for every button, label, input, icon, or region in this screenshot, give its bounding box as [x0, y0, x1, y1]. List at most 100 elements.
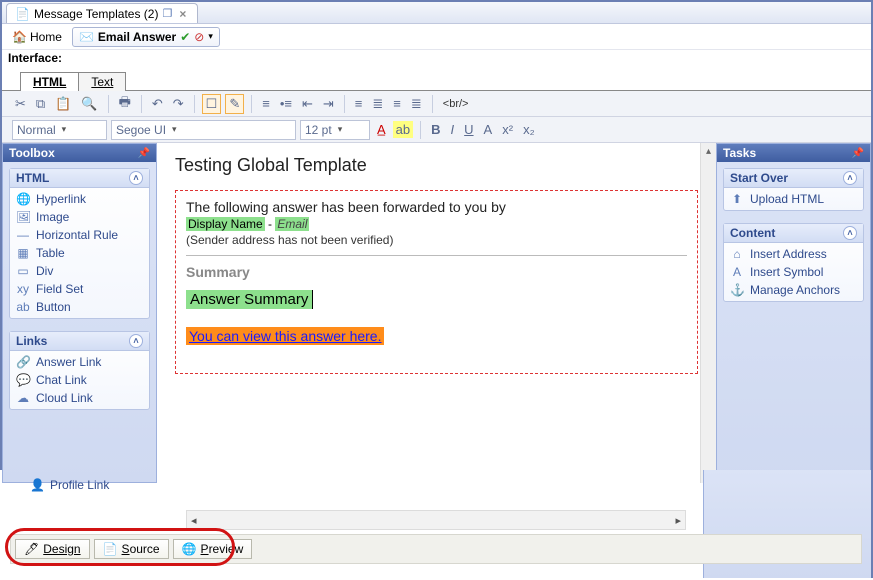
mail-icon: ✉️: [79, 30, 94, 44]
tab-preview[interactable]: 🌐Preview: [173, 539, 253, 559]
restore-icon[interactable]: ❐: [162, 7, 172, 20]
chevron-up-icon: ˄: [843, 171, 857, 185]
copy-icon[interactable]: ⧉: [33, 95, 48, 113]
toolbox-profile-link[interactable]: 👤 Profile Link: [30, 478, 109, 492]
tab-html[interactable]: HTML: [20, 72, 79, 91]
scroll-up-icon[interactable]: ▴: [701, 143, 716, 159]
forwarded-line: The following answer has been forwarded …: [186, 199, 687, 215]
cancel-icon: ⊘: [194, 30, 204, 44]
toolbox-hyperlink[interactable]: 🌐Hyperlink: [12, 190, 147, 208]
subscript-button[interactable]: x₂: [520, 121, 538, 138]
template-body: The following answer has been forwarded …: [175, 190, 698, 374]
symbol-icon: A: [730, 265, 744, 279]
undo-icon[interactable]: ↶: [149, 95, 166, 113]
toolbox-image[interactable]: 🖼Image: [12, 208, 147, 226]
find-icon[interactable]: 🔍: [78, 95, 100, 113]
indent-icon[interactable]: ⇥: [320, 95, 337, 113]
group-start-over[interactable]: Start Over˄: [724, 169, 863, 188]
outdent-icon[interactable]: ⇤: [299, 95, 316, 113]
email-answer-button[interactable]: ✉️ Email Answer ✔ ⊘ ▾: [72, 27, 220, 47]
close-icon[interactable]: ×: [176, 7, 189, 21]
cloud-icon: ☁: [16, 391, 30, 405]
answer-summary-field[interactable]: Answer Summary: [186, 290, 313, 309]
chat-icon: 💬: [16, 373, 30, 387]
print-icon[interactable]: 🖶: [116, 92, 134, 116]
home-button[interactable]: 🏠 Home: [8, 29, 66, 45]
address-icon: ⌂: [730, 247, 744, 261]
underline-button[interactable]: U: [461, 121, 476, 138]
list-num-icon[interactable]: ≡: [259, 95, 273, 112]
view-answer-link[interactable]: You can view this answer here.: [186, 327, 384, 345]
toolbox-table[interactable]: ▦Table: [12, 244, 147, 262]
pin-icon[interactable]: 📌: [138, 148, 150, 159]
design-icon: 🖊: [24, 542, 39, 556]
line-icon: —: [16, 228, 30, 242]
link-icon: 🔗: [16, 355, 30, 369]
email-answer-label: Email Answer: [98, 30, 176, 44]
group-content[interactable]: Content˄: [724, 224, 863, 243]
editor-area[interactable]: Testing Global Template The following an…: [157, 143, 716, 483]
div-icon: ▭: [16, 264, 30, 278]
toolbox-button[interactable]: abButton: [12, 298, 147, 316]
paste-icon[interactable]: 📋: [52, 95, 74, 113]
toolbox-chat-link[interactable]: 💬Chat Link: [12, 371, 147, 389]
horizontal-scrollbar[interactable]: ◂ ▸: [186, 510, 686, 530]
font-button[interactable]: A: [481, 121, 496, 138]
preview-rest: review: [209, 542, 244, 556]
preview-icon: 🌐: [182, 542, 197, 556]
task-insert-address[interactable]: ⌂Insert Address: [726, 245, 861, 263]
toolbox-hr[interactable]: —Horizontal Rule: [12, 226, 147, 244]
toolbox-title: Toolbox📌: [3, 144, 156, 162]
upload-icon: ⬆: [730, 192, 744, 206]
task-manage-anchors[interactable]: ⚓Manage Anchors: [726, 281, 861, 299]
toolbox-fieldset[interactable]: xyField Set: [12, 280, 147, 298]
task-upload-html[interactable]: ⬆Upload HTML: [726, 190, 861, 208]
bold-button[interactable]: B: [428, 121, 443, 138]
window-tab[interactable]: 📄 Message Templates (2) ❐ ×: [6, 3, 198, 23]
window-tab-bar: 📄 Message Templates (2) ❐ ×: [2, 2, 871, 24]
br-label[interactable]: <br/>: [440, 97, 472, 111]
tab-source[interactable]: 📄Source: [94, 539, 169, 559]
align-right-icon[interactable]: ≡: [390, 95, 404, 112]
chevron-up-icon: ˄: [843, 226, 857, 240]
check-icon: ✔: [180, 30, 190, 44]
summary-label: Summary: [186, 264, 687, 280]
format-toolbar-row2: Normal▾ Segoe UI▾ 12 pt▾ A̲ ab B I U A x…: [2, 117, 871, 143]
source-icon: 📄: [103, 542, 118, 556]
style-select[interactable]: Normal▾: [12, 120, 107, 140]
highlight-icon[interactable]: ab: [393, 121, 413, 138]
toggle2-icon[interactable]: ✎: [225, 94, 244, 114]
pin-icon[interactable]: 📌: [852, 148, 864, 159]
email-field[interactable]: Email: [275, 217, 309, 231]
list-bullet-icon[interactable]: •≡: [277, 95, 295, 112]
toolbox-cloud-link[interactable]: ☁Cloud Link: [12, 389, 147, 407]
verify-note: (Sender address has not been verified): [186, 233, 687, 247]
dropdown-icon[interactable]: ▾: [208, 31, 213, 42]
italic-button[interactable]: I: [448, 121, 458, 138]
align-justify-icon[interactable]: ≣: [408, 95, 425, 113]
cut-icon[interactable]: ✂: [12, 95, 29, 113]
group-links[interactable]: Links˄: [10, 332, 149, 351]
task-insert-symbol[interactable]: AInsert Symbol: [726, 263, 861, 281]
font-select[interactable]: Segoe UI▾: [111, 120, 296, 140]
toolbox-answer-link[interactable]: 🔗Answer Link: [12, 353, 147, 371]
size-select[interactable]: 12 pt▾: [300, 120, 370, 140]
font-color-icon[interactable]: A̲: [374, 121, 389, 138]
interface-label: Interface:: [2, 50, 871, 69]
document-tabs: HTML Text: [20, 69, 871, 91]
align-center-icon[interactable]: ≣: [369, 95, 386, 113]
display-name-field[interactable]: Display Name: [186, 217, 265, 231]
toolbox-div[interactable]: ▭Div: [12, 262, 147, 280]
align-left-icon[interactable]: ≡: [352, 95, 366, 112]
group-html[interactable]: HTML˄: [10, 169, 149, 188]
editor-heading: Testing Global Template: [175, 155, 698, 176]
redo-icon[interactable]: ↷: [170, 95, 187, 113]
toggle1-icon[interactable]: ☐: [202, 94, 222, 114]
tab-design[interactable]: 🖊Design: [15, 539, 90, 559]
vertical-scrollbar[interactable]: ▴: [700, 143, 716, 483]
tab-text[interactable]: Text: [78, 72, 126, 91]
fieldset-icon: xy: [16, 282, 30, 296]
scroll-left-icon[interactable]: ◂: [191, 514, 197, 527]
scroll-right-icon[interactable]: ▸: [675, 514, 681, 527]
superscript-button[interactable]: x²: [499, 121, 516, 138]
